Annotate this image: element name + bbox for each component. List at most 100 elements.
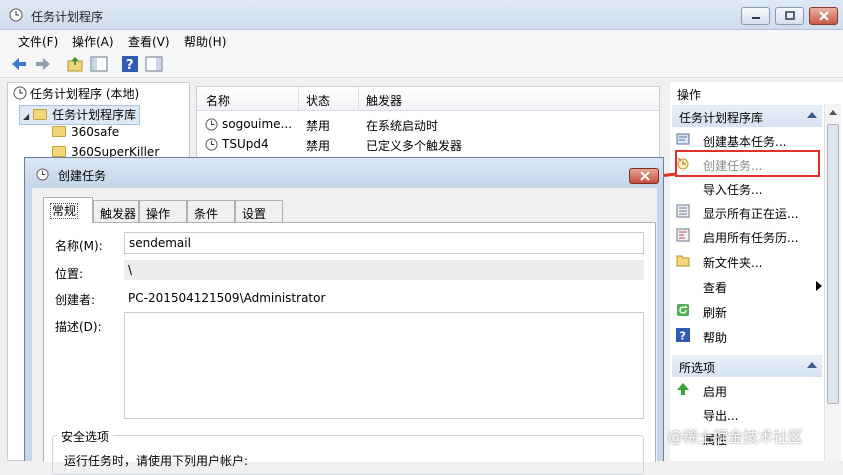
action-label: 启用所有任务历... (703, 231, 799, 245)
task-name: TSUpd4 (222, 137, 269, 151)
history-icon (676, 228, 690, 242)
annotation-highlight-box (675, 150, 820, 177)
action-label: 帮助 (703, 331, 728, 345)
maximize-button[interactable] (775, 7, 804, 25)
actions-scrollbar[interactable] (824, 104, 841, 461)
action-label: 查看 (703, 281, 728, 295)
column-name[interactable]: 名称 (206, 92, 230, 109)
close-button[interactable] (809, 7, 838, 25)
actions-pane: 操作 任务计划程序库 创建基本任务... 创建任务... 导入任务... 显示所… (670, 82, 843, 461)
tab-actions[interactable]: 操作 (139, 200, 187, 222)
action-import-task[interactable]: 导入任务... (676, 177, 824, 199)
task-clock-icon (205, 118, 218, 131)
action-help[interactable]: ? 帮助 (676, 325, 824, 347)
tree-item-library[interactable]: ◢ 任务计划程序库 (19, 105, 141, 125)
window-titlebar: 任务计划程序 (0, 0, 843, 30)
folder-icon (52, 126, 66, 137)
column-status[interactable]: 状态 (306, 92, 330, 109)
description-field[interactable] (124, 312, 644, 419)
folder-icon (676, 255, 690, 267)
column-separator[interactable] (298, 87, 299, 111)
tree-item-label: 360safe (71, 125, 120, 139)
menu-view[interactable]: 查看(V) (128, 33, 170, 50)
action-label: 导入任务... (703, 183, 763, 197)
action-view[interactable]: 查看 (676, 275, 824, 297)
clock-icon (9, 8, 23, 25)
dialog-body: 常规 触发器 操作 条件 设置 名称(M): sendemail 位置: \ 创… (32, 188, 657, 475)
enable-arrow-icon (677, 383, 689, 395)
help-icon: ? (676, 328, 690, 342)
tree-root[interactable]: 任务计划程序 (本地) (13, 85, 139, 105)
task-name: sogouime... (222, 117, 293, 131)
task-status: 禁用 (306, 139, 331, 153)
tab-settings[interactable]: 设置 (235, 200, 283, 222)
column-separator[interactable] (358, 87, 359, 111)
scroll-thumb[interactable] (827, 124, 839, 404)
table-row[interactable]: sogouime... 禁用 在系统启动时 (197, 114, 659, 134)
show-hide-tree-icon[interactable] (90, 55, 108, 73)
dialog-close-button[interactable] (629, 168, 659, 184)
task-trigger: 已定义多个触发器 (366, 139, 463, 153)
action-label: 新文件夹... (703, 256, 763, 270)
back-arrow-icon[interactable] (10, 55, 28, 73)
collapse-up-icon[interactable] (807, 362, 817, 368)
action-export[interactable]: 导出... (676, 403, 824, 425)
column-trigger[interactable]: 触发器 (366, 92, 402, 109)
action-show-running[interactable]: 显示所有正在运... (676, 201, 824, 223)
general-tab-panel: 名称(M): sendemail 位置: \ 创建者: PC-201504121… (43, 222, 656, 475)
action-enable-history[interactable]: 启用所有任务历... (676, 225, 824, 247)
task-clock-icon (205, 138, 218, 151)
toolbar: ? (0, 50, 843, 78)
create-basic-task-icon (676, 133, 690, 145)
menu-help[interactable]: 帮助(H) (184, 33, 226, 50)
tab-conditions[interactable]: 条件 (187, 200, 235, 222)
clock-icon (36, 168, 49, 181)
help-icon[interactable]: ? (121, 55, 139, 73)
action-label: 导出... (703, 409, 739, 423)
scroll-up-icon[interactable] (829, 110, 837, 115)
menu-file[interactable]: 文件(F) (18, 33, 58, 50)
action-create-basic-task[interactable]: 创建基本任务... (676, 129, 824, 151)
up-folder-icon[interactable] (66, 55, 84, 73)
action-label: 创建基本任务... (703, 135, 787, 149)
section-title: 任务计划程序库 (679, 111, 764, 125)
refresh-icon (677, 304, 689, 316)
action-enable[interactable]: 启用 (676, 379, 824, 401)
tab-label: 常规 (50, 203, 79, 219)
table-row[interactable]: TSUpd4 禁用 已定义多个触发器 (197, 134, 659, 154)
folder-icon (52, 146, 66, 157)
location-label: 位置: (55, 267, 84, 281)
forward-arrow-icon[interactable] (34, 55, 52, 73)
minimize-button[interactable] (741, 7, 770, 25)
location-value: \ (124, 260, 644, 280)
author-value: PC-201504121509\Administrator (128, 291, 326, 305)
window-title: 任务计划程序 (31, 10, 104, 24)
tab-general[interactable]: 常规 (43, 197, 93, 223)
action-new-folder[interactable]: 新文件夹... (676, 250, 824, 272)
tree-item-library-label: 任务计划程序库 (52, 108, 137, 122)
task-status: 禁用 (306, 119, 331, 133)
task-trigger: 在系统启动时 (366, 119, 439, 133)
name-field[interactable]: sendemail (124, 232, 644, 254)
menu-bar: 文件(F) 操作(A) 查看(V) 帮助(H) (0, 30, 843, 50)
collapse-up-icon[interactable] (807, 112, 817, 118)
section-task-library[interactable]: 任务计划程序库 (672, 105, 822, 127)
tree-item-360safe[interactable]: 360safe (52, 125, 119, 145)
action-label: 启用 (703, 385, 728, 399)
dialog-title: 创建任务 (58, 169, 107, 183)
name-label: 名称(M): (55, 239, 103, 253)
menu-action[interactable]: 操作(A) (72, 33, 114, 50)
tab-triggers[interactable]: 触发器 (93, 200, 139, 222)
show-hide-action-pane-icon[interactable] (145, 55, 163, 73)
section-selected-item[interactable]: 所选项 (672, 355, 822, 377)
watermark: @稀土掘金技术社区 (668, 428, 804, 446)
action-label: 显示所有正在运... (703, 207, 799, 221)
create-task-dialog: 创建任务 常规 触发器 操作 条件 设置 名称(M): sendemail 位置… (24, 157, 664, 475)
action-refresh[interactable]: 刷新 (676, 300, 824, 322)
clock-icon (13, 86, 27, 100)
actions-header: 操作 (677, 88, 702, 102)
security-options-title: 安全选项 (57, 428, 114, 445)
tree-root-label: 任务计划程序 (本地) (30, 87, 140, 101)
author-label: 创建者: (55, 293, 96, 307)
expand-triangle-icon[interactable]: ◢ (23, 112, 29, 121)
